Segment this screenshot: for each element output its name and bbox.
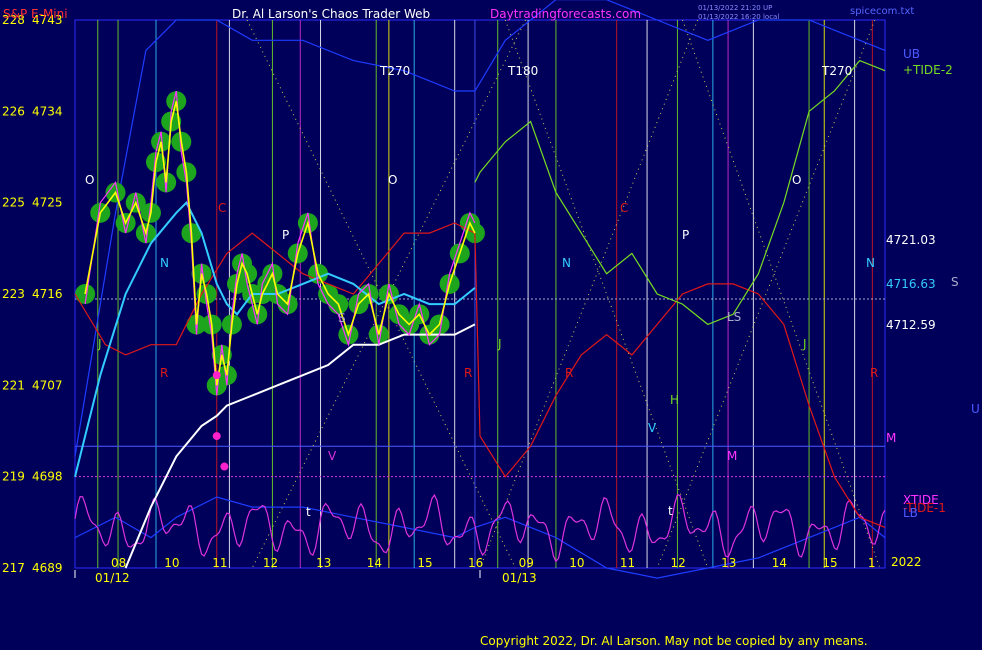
event-marker: t — [668, 504, 673, 518]
x-date: 01/12 — [95, 571, 130, 585]
right-label: 4712.59 — [886, 318, 936, 332]
event-marker: O — [388, 173, 397, 187]
y-tick-right: 4725 — [32, 196, 63, 210]
right-label: U — [971, 402, 980, 416]
timestamp-1: 01/13/2022 21:20 UP — [698, 4, 772, 12]
event-marker: O — [792, 173, 801, 187]
event-marker: N — [562, 256, 571, 270]
chart-title: Dr. Al Larson's Chaos Trader Web — [232, 7, 430, 21]
pivot-dot — [212, 371, 221, 380]
copyright: Copyright 2022, Dr. Al Larson. May not b… — [480, 634, 868, 648]
right-label: LB — [903, 506, 918, 520]
event-marker: O — [85, 173, 94, 187]
event-marker: H — [670, 393, 679, 407]
x-tick-hour: 12 — [670, 556, 685, 570]
y-tick-left: 217 — [2, 561, 25, 575]
chart-svg: 228 4743226 4734225 4725223 4716221 4707219 46… — [2, 0, 980, 648]
right-label: S — [951, 275, 959, 289]
event-marker: t — [306, 505, 311, 519]
x-tick-hour: 11 — [620, 556, 635, 570]
event-marker: J — [97, 337, 102, 351]
x-tick-hour: 15 — [417, 556, 432, 570]
cycle-label: T180 — [507, 64, 538, 78]
x-tick-hour: 15 — [822, 556, 837, 570]
event-marker: R — [870, 366, 878, 380]
event-marker: N — [160, 256, 169, 270]
right-label: +TIDE-2 — [903, 63, 953, 77]
x-tick-hour: 09 — [519, 556, 534, 570]
x-tick-hour: 1 — [868, 556, 876, 570]
event-marker: C — [218, 201, 226, 215]
event-marker: J — [497, 337, 502, 351]
y-tick-right: 4734 — [32, 104, 63, 118]
right-label: UB — [903, 47, 920, 61]
y-tick-right: 4698 — [32, 470, 63, 484]
pivot-dot — [220, 462, 229, 471]
y-tick-right: 4707 — [32, 378, 63, 392]
background-layer — [74, 19, 886, 569]
event-marker: M — [727, 449, 737, 463]
event-marker: R — [565, 366, 573, 380]
pivot-dot — [212, 432, 221, 441]
event-marker: V — [328, 449, 337, 463]
y-tick-left: 225 — [2, 196, 25, 210]
event-marker: R — [160, 366, 168, 380]
x-tick-hour: 13 — [316, 556, 331, 570]
event-marker: R — [464, 366, 472, 380]
x-tick-hour: 10 — [164, 556, 179, 570]
y-tick-left: 226 — [2, 104, 25, 118]
event-marker: S — [338, 311, 346, 325]
right-label: M — [886, 431, 896, 445]
y-tick-right: 4689 — [32, 561, 63, 575]
y-tick-left: 221 — [2, 378, 25, 392]
chart-root: 228 4743 226 4734 225 4725 223 4716 221 4707 219 46… — [0, 0, 982, 650]
symbol-label: S&P E-Mini — [3, 7, 68, 21]
plot-area — [74, 19, 886, 569]
event-marker: J — [802, 337, 807, 351]
y-tick-left: 223 — [2, 287, 25, 301]
site-link[interactable]: Daytradingforecasts.com — [490, 7, 641, 21]
event-marker: V — [648, 421, 657, 435]
right-label: 4721.03 — [886, 233, 936, 247]
x-date: 01/13 — [502, 571, 537, 585]
event-marker: N — [866, 256, 875, 270]
event-marker: LS — [727, 310, 741, 324]
x-tick-hour: 14 — [367, 556, 382, 570]
x-tick-hour: 13 — [721, 556, 736, 570]
right-label: 4716.63 — [886, 277, 936, 291]
timestamp-2: 01/13/2022 16:20 local — [698, 13, 779, 21]
y-tick-right: 4716 — [32, 287, 63, 301]
event-marker: P — [282, 228, 289, 242]
x-tick-hour: 10 — [569, 556, 584, 570]
x-tick-hour: 11 — [212, 556, 227, 570]
x-tick-hour: 08 — [111, 556, 126, 570]
year-label: 2022 — [891, 555, 922, 569]
cycle-label: T270 — [821, 64, 852, 78]
x-tick-hour: 16 — [468, 556, 483, 570]
x-tick-hour: 12 — [263, 556, 278, 570]
event-marker: P — [682, 228, 689, 242]
event-marker: C — [620, 201, 628, 215]
x-tick-hour: 14 — [772, 556, 787, 570]
y-tick-left: 219 — [2, 470, 25, 484]
file-label: spicecom.txt — [850, 6, 914, 17]
cycle-label: T270 — [379, 64, 410, 78]
